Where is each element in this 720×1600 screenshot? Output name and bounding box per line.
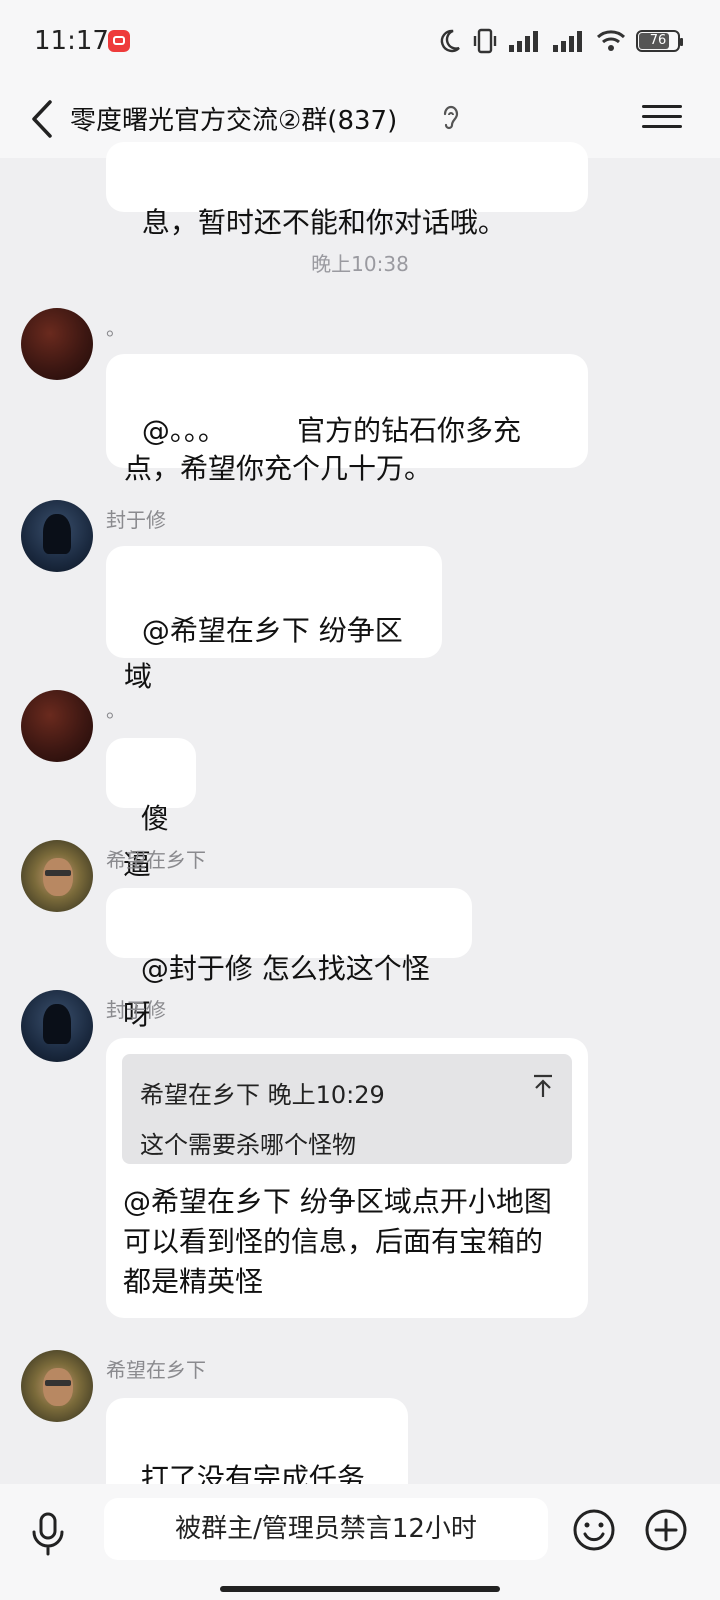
message-text: @希望在乡下 纷争区域 [124,614,403,693]
battery-level: 76 [649,33,667,48]
sender-name: 希望在乡下 [106,1358,206,1382]
avatar[interactable] [21,840,93,912]
ear-icon[interactable] [440,102,462,132]
sender-name: 。 [106,316,126,340]
message-text: 息，暂时还不能和你对话哦。 [141,206,506,239]
message-bubble[interactable]: @封于修 怎么找这个怪呀 [106,888,472,1031]
status-icons: 76 [436,26,683,56]
avatar[interactable] [21,308,93,380]
avatar[interactable] [21,690,93,762]
quote-header: 希望在乡下 晚上10:29 [140,1081,385,1109]
status-bar: 11:17 76 [0,0,720,80]
mic-icon[interactable] [30,1512,66,1556]
message-bubble[interactable]: 希望在乡下 晚上10:29 这个需要杀哪个怪物 @希望在乡下 纷争区域点开小地图… [106,1038,588,1318]
status-time: 11:17 [34,26,109,56]
quote-text: 这个需要杀哪个怪物 [140,1131,356,1159]
battery-icon: 76 [636,30,683,52]
avatar[interactable] [21,1350,93,1422]
emoji-icon[interactable] [572,1508,616,1552]
back-icon[interactable] [24,94,64,144]
message-text: @。。。 官方的钻石你多充 点，希望你充个几十万。 [124,414,522,485]
wifi-icon [596,30,626,51]
sender-name: 封于修 [106,508,166,532]
home-indicator[interactable] [220,1586,500,1592]
plus-icon[interactable] [644,1508,688,1552]
jump-to-quote-icon[interactable] [532,1074,554,1098]
message-bubble[interactable]: 息，暂时还不能和你对话哦。 [106,142,588,239]
message-text: @封于修 怎么找这个怪呀 [123,952,430,1031]
page-title: 零度曙光官方交流②群(837) [70,106,398,136]
sender-name: 封于修 [106,998,166,1022]
signal-icon [553,31,582,52]
input-bar: 被群主/管理员禁言12小时 [0,1484,720,1600]
sender-name: 。 [106,698,126,722]
message-bubble[interactable]: 傻逼 [106,738,196,881]
avatar[interactable] [21,990,93,1062]
vibrate-icon [473,28,497,54]
moon-icon [440,29,460,53]
menu-icon[interactable] [642,98,682,138]
quoted-message[interactable]: 希望在乡下 晚上10:29 这个需要杀哪个怪物 [122,1054,572,1164]
message-bubble[interactable]: @希望在乡下 纷争区域 [106,546,442,693]
sender-name: 希望在乡下 [106,848,206,872]
message-text: @希望在乡下 纷争区域点开小地图 可以看到怪的信息，后面有宝箱的 都是精英怪 [123,1185,552,1298]
message-timestamp: 晚上10:38 [311,252,409,276]
avatar[interactable] [21,500,93,572]
signal-icon [509,31,538,52]
message-bubble[interactable]: @。。。 官方的钻石你多充 点，希望你充个几十万。 [106,354,588,485]
notification-app-icon [108,30,130,52]
message-input[interactable]: 被群主/管理员禁言12小时 [104,1498,548,1560]
message-bubble[interactable]: 打了没有完成任务呀 [106,1398,408,1541]
